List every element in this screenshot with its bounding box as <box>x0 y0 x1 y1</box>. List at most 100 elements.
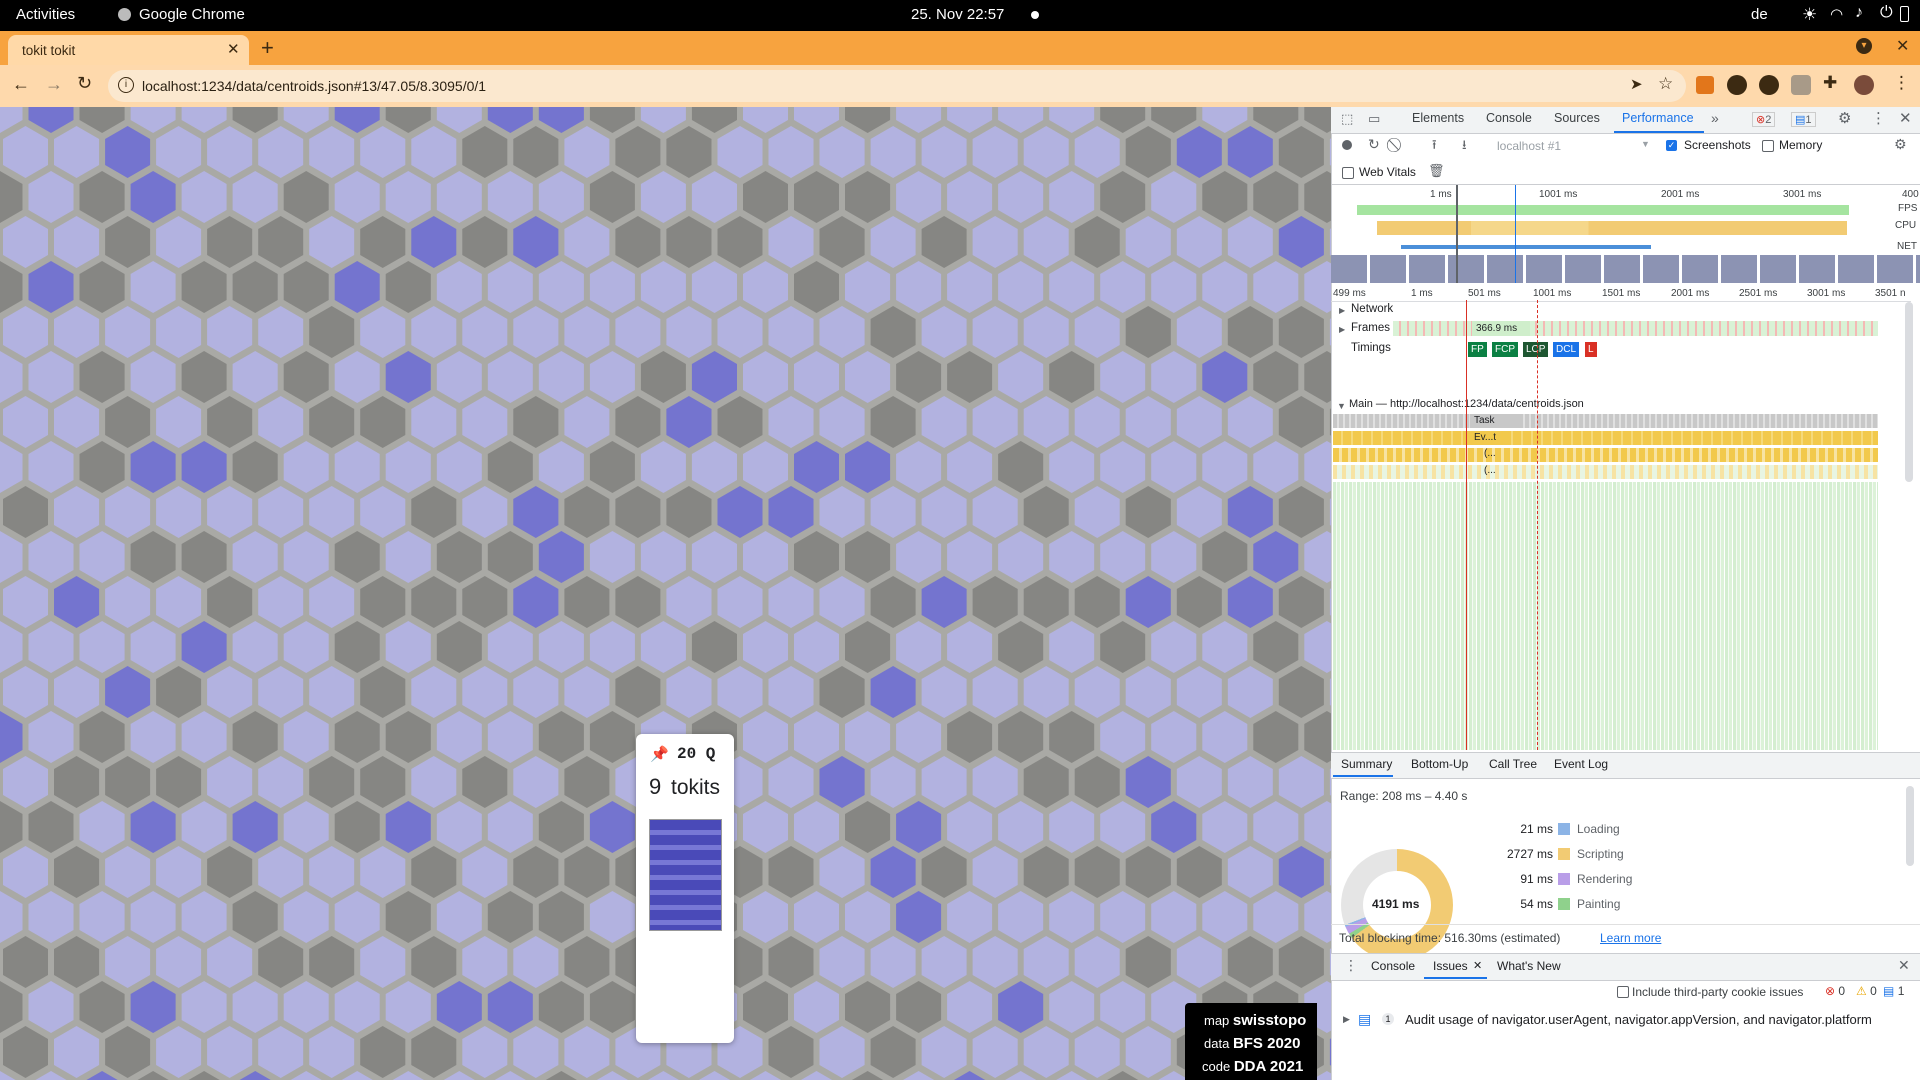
hexagon-cell[interactable] <box>564 1026 610 1078</box>
hexagon-cell[interactable] <box>819 576 865 628</box>
hexagon-cell[interactable] <box>79 801 125 853</box>
hexagon-cell[interactable] <box>845 441 891 493</box>
hexagon-cell[interactable] <box>436 531 482 583</box>
hexagon-cell[interactable] <box>54 126 100 178</box>
hexagon-cell[interactable] <box>462 216 508 268</box>
hexagon-cell[interactable] <box>462 936 508 988</box>
hexagon-cell[interactable] <box>334 621 380 673</box>
upload-profile-icon[interactable]: ⭱ <box>1432 136 1437 158</box>
hexagon-cell[interactable] <box>921 756 967 808</box>
extensions-puzzle-icon[interactable]: ✚ <box>1823 73 1837 93</box>
hexagon-cell[interactable] <box>360 396 406 448</box>
hexagon-cell[interactable] <box>156 666 202 718</box>
hexagon-cell[interactable] <box>1253 351 1299 403</box>
hexagon-cell[interactable] <box>998 261 1044 313</box>
hexagon-cell[interactable] <box>462 756 508 808</box>
hexagon-cell[interactable] <box>1074 846 1120 898</box>
hexagon-cell[interactable] <box>0 891 23 943</box>
hexagon-cell[interactable] <box>258 666 304 718</box>
hexagon-cell[interactable] <box>768 486 814 538</box>
profile-avatar[interactable] <box>1854 75 1874 95</box>
hexagon-cell[interactable] <box>1100 441 1146 493</box>
hexagon-cell[interactable] <box>462 486 508 538</box>
hexagon-cell[interactable] <box>845 351 891 403</box>
hexagon-cell[interactable] <box>130 531 176 583</box>
hexagon-cell[interactable] <box>870 126 916 178</box>
hexagon-cell[interactable] <box>538 531 584 583</box>
hexagon-cell[interactable] <box>819 756 865 808</box>
hexagon-cell[interactable] <box>258 306 304 358</box>
hexagon-cell[interactable] <box>845 531 891 583</box>
hexagon-cell[interactable] <box>207 846 253 898</box>
hexagon-cell[interactable] <box>691 531 737 583</box>
function-block[interactable]: (... <box>1484 448 1496 459</box>
hexagon-cell[interactable] <box>283 171 329 223</box>
hexagon-cell[interactable] <box>870 846 916 898</box>
hexagon-cell[interactable] <box>768 396 814 448</box>
hexagon-cell[interactable] <box>411 486 457 538</box>
collapse-main-icon[interactable]: ▼ <box>1337 401 1346 411</box>
hexagon-cell[interactable] <box>1278 486 1324 538</box>
hexagon-cell[interactable] <box>385 441 431 493</box>
hexagon-cell[interactable] <box>1176 126 1222 178</box>
hexagon-cell[interactable] <box>564 306 610 358</box>
hexagon-cell[interactable] <box>538 107 584 133</box>
hexagon-cell[interactable] <box>1151 711 1197 763</box>
hexagon-cell[interactable] <box>411 396 457 448</box>
expand-issue-icon[interactable]: ▶ <box>1343 1014 1350 1025</box>
hexagon-cell[interactable] <box>181 981 227 1033</box>
hexagon-cell[interactable] <box>1049 981 1095 1033</box>
hexagon-cell[interactable] <box>334 891 380 943</box>
target-dropdown-icon[interactable]: ▼ <box>1641 139 1650 149</box>
hexagon-cell[interactable] <box>1253 261 1299 313</box>
hexagon-cell[interactable] <box>819 126 865 178</box>
hexagon-cell[interactable] <box>1151 531 1197 583</box>
hexagon-cell[interactable] <box>743 711 788 763</box>
hexagon-cell[interactable] <box>283 441 329 493</box>
devtools-menu-icon[interactable]: ⋮ <box>1871 109 1886 127</box>
hexagon-cell[interactable] <box>487 107 533 133</box>
hexagon-cell[interactable] <box>972 306 1018 358</box>
hexagon-cell[interactable] <box>1100 261 1146 313</box>
back-icon[interactable]: ← <box>12 74 30 95</box>
hexagon-cell[interactable] <box>870 486 916 538</box>
hexagon-cell[interactable] <box>794 107 839 133</box>
hexagon-cell[interactable] <box>947 801 993 853</box>
hexagon-cell[interactable] <box>181 351 227 403</box>
hexagon-cell[interactable] <box>921 126 967 178</box>
hexagon-cell[interactable] <box>232 891 278 943</box>
hexagon-cell[interactable] <box>896 981 942 1033</box>
hexagon-cell[interactable] <box>1176 756 1222 808</box>
hexagon-cell[interactable] <box>411 846 457 898</box>
hexagon-cell[interactable] <box>1023 576 1069 628</box>
hexagon-cell[interactable] <box>1202 621 1248 673</box>
hexagon-cell[interactable] <box>921 666 967 718</box>
hexagon-cell[interactable] <box>972 126 1018 178</box>
hexagon-cell[interactable] <box>794 711 839 763</box>
hexagon-cell[interactable] <box>28 531 74 583</box>
hexagon-cell[interactable] <box>666 666 712 718</box>
event-block[interactable]: Ev...t <box>1470 431 1510 445</box>
hexagon-cell[interactable] <box>972 486 1018 538</box>
hexagon-cell[interactable] <box>309 846 355 898</box>
hexagon-cell[interactable] <box>1023 126 1069 178</box>
hexagon-cell[interactable] <box>564 576 610 628</box>
hexagon-cell[interactable] <box>411 936 457 988</box>
hexagon-cell[interactable] <box>156 216 202 268</box>
hexagon-cell[interactable] <box>258 1026 304 1078</box>
hexagon-cell[interactable] <box>1125 1026 1171 1078</box>
issue-errors-counter[interactable]: ⊗ 0 <box>1825 984 1845 998</box>
hexagon-cell[interactable] <box>411 1026 457 1078</box>
hexagon-cell[interactable] <box>717 486 763 538</box>
hexagon-cell[interactable] <box>1304 891 1331 943</box>
hexagon-cell[interactable] <box>79 351 125 403</box>
hexagon-cell[interactable] <box>156 126 202 178</box>
hexagon-cell[interactable] <box>232 351 278 403</box>
drawer-tab-whats-new[interactable]: What's New <box>1497 959 1561 973</box>
hexagon-cell[interactable] <box>283 621 329 673</box>
hexagon-cell[interactable] <box>1151 621 1197 673</box>
hexagon-cell[interactable] <box>1253 531 1299 583</box>
hexagon-cell[interactable] <box>947 981 993 1033</box>
hexagon-cell[interactable] <box>130 621 176 673</box>
error-counter[interactable]: ⊗2 <box>1752 112 1776 127</box>
